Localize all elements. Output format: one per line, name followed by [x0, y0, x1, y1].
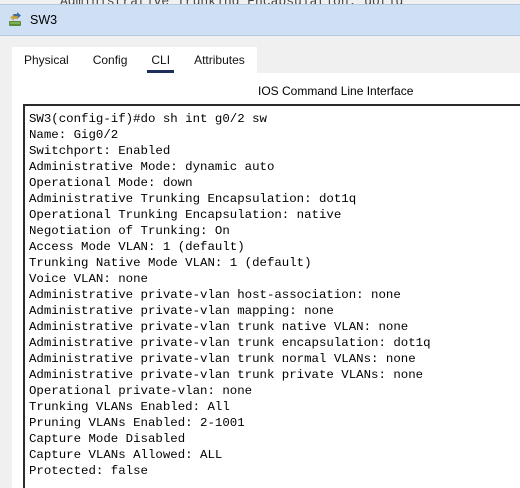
tab-attributes[interactable]: Attributes	[182, 47, 257, 73]
window-title: SW3	[30, 13, 58, 27]
terminal-line: Operational private-vlan: none	[29, 384, 253, 398]
terminal-line: Pruning VLANs Enabled: 2-1001	[29, 416, 245, 430]
terminal-line: Administrative Mode: dynamic auto	[29, 160, 275, 174]
terminal-line: SW3(config-if)#do sh int g0/2 sw	[29, 112, 267, 126]
tab-config[interactable]: Config	[81, 47, 140, 73]
switch-icon	[7, 12, 25, 28]
tab-cli[interactable]: CLI	[139, 47, 182, 73]
terminal-line: Access Mode VLAN: 1 (default)	[29, 240, 245, 254]
terminal-line: Capture VLANs Allowed: ALL	[29, 448, 223, 462]
tab-strip: Physical Config CLI Attributes	[12, 47, 257, 73]
terminal-line: Administrative private-vlan trunk encaps…	[29, 336, 431, 350]
terminal-line: Capture Mode Disabled	[29, 432, 186, 446]
window-titlebar[interactable]: SW3	[0, 4, 520, 36]
terminal-line: Protected: false	[29, 464, 148, 478]
terminal-line: Administrative private-vlan mapping: non…	[29, 304, 334, 318]
terminal-line: Trunking Native Mode VLAN: 1 (default)	[29, 256, 312, 270]
terminal-line: Administrative private-vlan trunk privat…	[29, 368, 424, 382]
terminal-line: Administrative private-vlan trunk normal…	[29, 352, 416, 366]
terminal-line: Negotiation of Trunking: On	[29, 224, 230, 238]
cli-terminal[interactable]: SW3(config-if)#do sh int g0/2 sw Name: Gi…	[23, 104, 520, 488]
terminal-line: Operational Mode: down	[29, 176, 193, 190]
cli-header: IOS Command Line Interface	[258, 84, 414, 98]
terminal-line: Administrative private-vlan trunk native…	[29, 320, 409, 334]
tab-physical[interactable]: Physical	[12, 47, 81, 73]
terminal-line: Administrative Trunking Encapsulation: d…	[29, 192, 357, 206]
terminal-line: Name: Gig0/2	[29, 128, 119, 142]
terminal-line: Voice VLAN: none	[29, 272, 148, 286]
terminal-line: Trunking VLANs Enabled: All	[29, 400, 230, 414]
terminal-line: Switchport: Enabled	[29, 144, 171, 158]
terminal-line: Administrative private-vlan host-associa…	[29, 288, 401, 302]
terminal-line: Operational Trunking Encapsulation: nati…	[29, 208, 342, 222]
